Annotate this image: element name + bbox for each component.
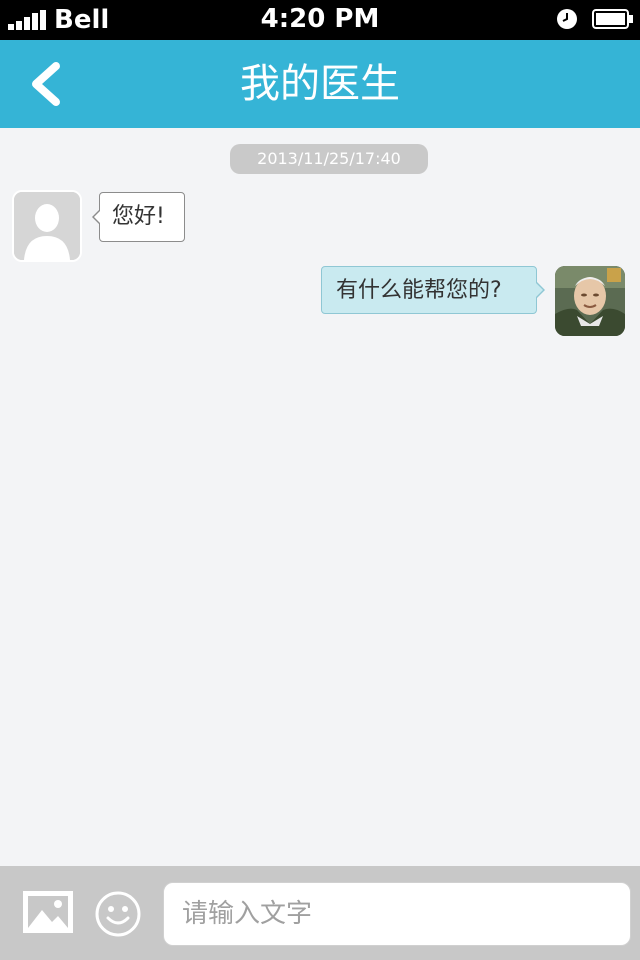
nav-bar: 我的医生 <box>0 40 640 128</box>
chevron-left-icon <box>32 62 60 106</box>
message-bubble-received[interactable]: 您好! <box>92 192 185 242</box>
alarm-clock-icon <box>557 9 577 29</box>
image-icon <box>23 891 73 933</box>
status-time: 4:20 PM <box>260 4 380 34</box>
default-user-icon <box>14 192 80 260</box>
image-button[interactable] <box>22 890 74 936</box>
status-bar: Bell 4:20 PM <box>0 0 640 40</box>
message-input[interactable] <box>163 882 631 946</box>
emoji-button[interactable] <box>94 890 142 938</box>
battery-icon <box>592 9 633 29</box>
doctor-photo-icon <box>555 266 625 336</box>
doctor-avatar[interactable] <box>555 266 625 336</box>
smiley-icon <box>95 891 141 937</box>
message-timestamp: 2013/11/25/17:40 <box>230 144 428 174</box>
message-bubble-sent[interactable]: 有什么能帮您的? <box>321 266 545 314</box>
input-bar <box>0 866 640 960</box>
chat-area[interactable]: 2013/11/25/17:40 您好! 有什么能帮您的? <box>0 128 640 866</box>
page-title: 我的医生 <box>240 61 400 107</box>
back-button[interactable] <box>18 54 78 114</box>
user-avatar[interactable] <box>12 190 82 262</box>
